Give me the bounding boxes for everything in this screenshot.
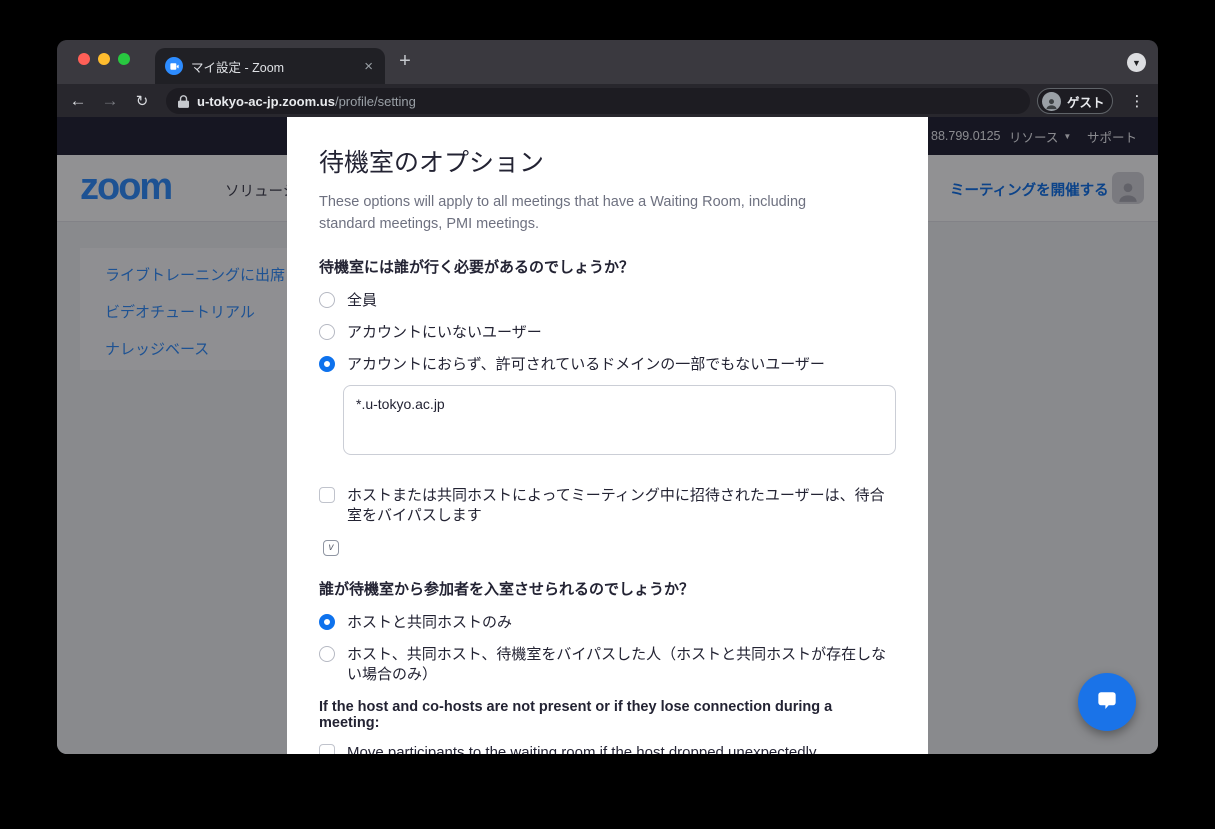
radio-label: 全員	[347, 291, 377, 311]
checkbox-label: ホストまたは共同ホストによってミーティング中に招待されたユーザーは、待合室をバイ…	[347, 486, 892, 526]
desktop-background: マイ設定 - Zoom × + ▼ ← → ↻ u-tokyo-ac-jp.zo…	[0, 0, 1215, 829]
radio-icon[interactable]	[319, 646, 335, 662]
forward-icon[interactable]: →	[98, 84, 122, 117]
checkbox-icon[interactable]	[319, 744, 335, 754]
new-tab-button[interactable]: +	[393, 49, 417, 73]
browser-tab[interactable]: マイ設定 - Zoom ×	[155, 48, 385, 84]
url-host: u-tokyo-ac-jp.zoom.us	[197, 94, 335, 109]
back-icon[interactable]: ←	[66, 84, 90, 117]
page-content: 88.799.0125 リソース▼ サポート zoom ソリューシ ミーティング…	[57, 117, 1158, 754]
radio-icon[interactable]	[319, 324, 335, 340]
checkbox-label: Move participants to the waiting room if…	[347, 743, 892, 754]
radio-option-host-cohosts-only[interactable]: ホストと共同ホストのみ	[319, 613, 896, 633]
reload-icon[interactable]: ↻	[130, 84, 154, 117]
radio-option-users-not-in-account[interactable]: アカウントにいないユーザー	[319, 323, 896, 343]
allowed-domains-field-wrap: *.u-tokyo.ac.jp	[343, 385, 896, 460]
radio-label: アカウントにいないユーザー	[347, 323, 542, 343]
allowed-domains-input[interactable]: *.u-tokyo.ac.jp	[343, 385, 896, 455]
url-path: /profile/setting	[335, 94, 416, 109]
guest-label: ゲスト	[1067, 92, 1105, 111]
chat-fab-button[interactable]	[1078, 673, 1136, 731]
radio-selected-icon[interactable]	[319, 356, 335, 372]
radio-label: アカウントにおらず、許可されているドメインの一部でもないユーザー	[347, 355, 825, 375]
chat-bubble-icon	[1094, 689, 1120, 715]
modal-description: These options will apply to all meetings…	[319, 191, 859, 236]
browser-toolbar: ← → ↻ u-tokyo-ac-jp.zoom.us/profile/sett…	[57, 84, 1158, 117]
radio-selected-icon[interactable]	[319, 614, 335, 630]
question-who-admits-participants: 誰が待機室から参加者を入室させられるのでしょうか？	[319, 578, 896, 599]
maximize-window-button[interactable]	[118, 53, 130, 65]
checkbox-icon[interactable]	[319, 487, 335, 503]
address-bar[interactable]: u-tokyo-ac-jp.zoom.us/profile/setting	[166, 88, 1030, 114]
radio-label: ホストと共同ホストのみ	[347, 613, 512, 633]
browser-window: マイ設定 - Zoom × + ▼ ← → ↻ u-tokyo-ac-jp.zo…	[57, 40, 1158, 754]
radio-option-users-not-in-domains[interactable]: アカウントにおらず、許可されているドメインの一部でもないユーザー	[319, 355, 896, 375]
question-who-goes-to-waiting-room: 待機室には誰が行く必要があるのでしょうか？	[319, 256, 896, 277]
lock-icon	[178, 95, 189, 108]
checkbox-option-move-participants[interactable]: Move participants to the waiting room if…	[319, 743, 896, 754]
minimize-window-button[interactable]	[98, 53, 110, 65]
tab-search-button[interactable]: ▼	[1127, 53, 1146, 72]
close-window-button[interactable]	[78, 53, 90, 65]
host-absent-heading: If the host and co-hosts are not present…	[319, 699, 896, 731]
tab-strip: マイ設定 - Zoom × + ▼	[57, 40, 1158, 84]
browser-profile-button[interactable]: ゲスト	[1037, 88, 1113, 114]
tab-close-icon[interactable]: ×	[362, 58, 375, 75]
waiting-room-options-modal: 待機室のオプション These options will apply to al…	[287, 117, 928, 754]
browser-menu-icon[interactable]: ⋮	[1127, 84, 1147, 117]
tab-title: マイ設定 - Zoom	[191, 57, 362, 76]
v-glyph-icon: v	[323, 540, 339, 556]
url-text: u-tokyo-ac-jp.zoom.us/profile/setting	[197, 94, 416, 109]
radio-label: ホスト、共同ホスト、待機室をバイパスした人（ホストと共同ホストが存在しない場合の…	[347, 645, 892, 685]
guest-avatar-icon	[1042, 92, 1061, 111]
radio-option-everyone[interactable]: 全員	[319, 291, 896, 311]
radio-icon[interactable]	[319, 292, 335, 308]
checkbox-option-bypass-invited-users[interactable]: ホストまたは共同ホストによってミーティング中に招待されたユーザーは、待合室をバイ…	[319, 486, 896, 526]
zoom-favicon-icon	[165, 57, 183, 75]
modal-title: 待機室のオプション	[319, 143, 896, 179]
radio-option-host-cohosts-bypassers[interactable]: ホスト、共同ホスト、待機室をバイパスした人（ホストと共同ホストが存在しない場合の…	[319, 645, 896, 685]
